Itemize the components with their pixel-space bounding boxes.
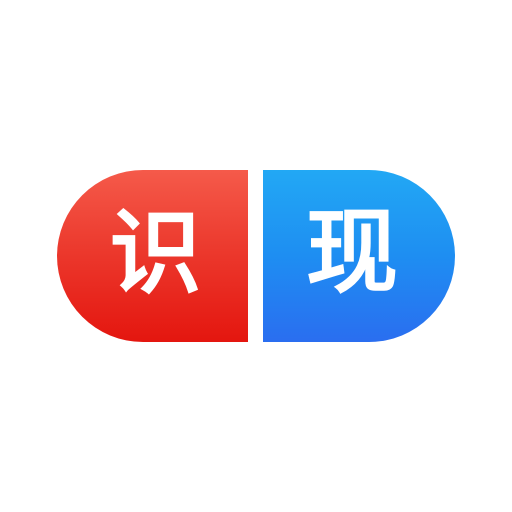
logo-character-left: 识 (109, 200, 202, 307)
logo-character-right: 现 (305, 199, 398, 306)
app-icon-canvas: 识 现 (0, 0, 512, 512)
pill-left-half: 识 (57, 170, 248, 342)
pill-right-half: 现 (263, 170, 455, 342)
